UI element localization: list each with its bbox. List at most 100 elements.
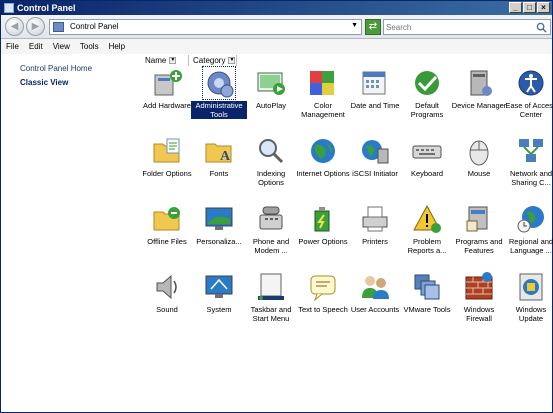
forward-button[interactable]: ▶ [26, 17, 45, 36]
control-panel-item[interactable]: User Accounts [349, 271, 401, 339]
minimize-button[interactable]: _ [509, 2, 522, 13]
window-title: Control Panel [17, 3, 76, 13]
control-panel-item[interactable]: VMware Tools [401, 271, 453, 339]
control-panel-item[interactable]: Offline Files [141, 203, 193, 271]
mouse-icon [469, 140, 489, 166]
control-panel-item[interactable]: Windows Update [505, 271, 553, 339]
device-manager-icon [470, 70, 492, 96]
control-panel-item-label: Power Options [298, 237, 348, 246]
control-panel-item[interactable]: iSCSI Initiator [349, 135, 401, 203]
control-panel-icon [53, 22, 64, 32]
phone-modem-icon [259, 206, 283, 230]
control-panel-window: Control Panel _ □ × ◀ ▶ Control Panel ▼ … [0, 0, 553, 413]
system-icon [205, 275, 233, 298]
control-panel-item[interactable]: Indexing Options [245, 135, 297, 203]
control-panel-item[interactable]: Sound [141, 271, 193, 339]
control-panel-item-label: Mouse [467, 169, 491, 178]
menu-help[interactable]: Help [104, 39, 130, 54]
control-panel-item-label: Color Management [301, 101, 345, 119]
control-panel-item[interactable]: Mouse [453, 135, 505, 203]
text-to-speech-icon [310, 275, 336, 302]
control-panel-item-label: Internet Options [296, 169, 350, 178]
column-category-label: Category [193, 56, 226, 65]
control-panel-item-label: Ease of Access Center [505, 101, 553, 119]
control-panel-item[interactable]: Power Options [297, 203, 349, 271]
control-panel-item-label: Indexing Options [256, 169, 286, 187]
iscsi-initiator-icon [362, 140, 389, 164]
control-panel-item[interactable]: System [193, 271, 245, 339]
programs-features-icon [466, 206, 488, 232]
color-management-icon [310, 71, 334, 95]
control-panel-item[interactable]: Folder Options [141, 135, 193, 203]
refresh-button[interactable]: ⇄ [365, 19, 381, 35]
menu-view[interactable]: View [48, 39, 75, 54]
control-panel-item[interactable]: Text to Speech [297, 271, 349, 339]
sound-icon [156, 274, 177, 300]
folder-options-icon [153, 138, 180, 163]
control-panel-item-label: Date and Time [350, 101, 400, 110]
control-panel-item[interactable]: Taskbar and Start Menu [245, 271, 297, 339]
control-panel-item-label: Printers [362, 237, 388, 246]
search-input[interactable] [386, 21, 534, 33]
column-header-name[interactable]: Name ▼ [141, 55, 189, 66]
control-panel-item[interactable]: Programs and Features [453, 203, 505, 271]
control-panel-item[interactable]: Network and Sharing C... [505, 135, 553, 203]
control-panel-item-label: Device Manager [451, 101, 507, 110]
column-headers: Name ▼ Category ▼ [141, 55, 237, 66]
sort-dropdown-icon[interactable]: ▼ [228, 57, 236, 64]
address-dropdown-icon[interactable]: ▼ [351, 22, 358, 29]
address-field[interactable]: Control Panel ▼ [49, 19, 362, 35]
control-panel-item[interactable]: Personaliza... [193, 203, 245, 271]
close-button[interactable]: × [537, 2, 550, 13]
title-bar[interactable]: Control Panel _ □ × [1, 1, 552, 15]
problem-reports-icon [413, 204, 441, 233]
control-panel-item-label: Windows Firewall [463, 305, 495, 323]
control-panel-item[interactable]: Phone and Modem ... [245, 203, 297, 271]
control-panel-item[interactable]: Device Manager [451, 67, 507, 135]
control-panel-item[interactable]: Date and Time [349, 67, 401, 135]
control-panel-item[interactable]: Windows Firewall [453, 271, 505, 339]
control-panel-item[interactable]: Problem Reports a... [401, 203, 453, 271]
control-panel-item[interactable]: Add Hardware [141, 67, 193, 135]
control-panel-item[interactable]: Keyboard [401, 135, 453, 203]
user-accounts-icon [362, 276, 389, 299]
control-panel-home-link[interactable]: Control Panel Home [20, 64, 92, 73]
network-sharing-icon [519, 139, 543, 162]
menu-file[interactable]: File [1, 39, 24, 54]
search-box[interactable] [383, 19, 551, 35]
control-panel-item[interactable]: Default Programs [401, 67, 453, 135]
control-panel-item-label: Taskbar and Start Menu [250, 305, 292, 323]
address-bar: ◀ ▶ Control Panel ▼ ⇄ [1, 15, 552, 39]
menu-bar: File Edit View Tools Help [1, 39, 552, 54]
regional-language-icon [517, 206, 544, 233]
classic-view-link[interactable]: Classic View [20, 78, 68, 87]
menu-edit[interactable]: Edit [24, 39, 48, 54]
control-panel-item-label: Folder Options [142, 169, 192, 178]
control-panel-item[interactable]: Printers [349, 203, 401, 271]
control-panel-item-label: Administrative Tools [191, 101, 247, 119]
control-panel-item[interactable]: Internet Options [296, 135, 350, 203]
control-panel-item[interactable]: Color Management [297, 67, 349, 135]
maximize-button[interactable]: □ [523, 2, 536, 13]
search-icon[interactable] [536, 22, 547, 33]
taskbar-start-menu-icon [258, 273, 284, 300]
menu-tools[interactable]: Tools [75, 39, 104, 54]
indexing-options-icon [259, 139, 284, 164]
sort-dropdown-icon[interactable]: ▼ [169, 57, 177, 64]
control-panel-icon [4, 3, 14, 13]
control-panel-item-label: iSCSI Initiator [352, 169, 398, 178]
back-button[interactable]: ◀ [5, 17, 24, 36]
column-header-category[interactable]: Category ▼ [189, 55, 237, 66]
control-panel-item-label: Default Programs [410, 101, 444, 119]
internet-options-icon [311, 139, 335, 163]
personalization-icon [205, 207, 233, 230]
control-panel-item-label: Text to Speech [298, 305, 348, 314]
control-panel-item[interactable]: Ease of Access Center [505, 67, 553, 135]
control-panel-item[interactable]: AutoPlay [245, 67, 297, 135]
control-panel-item[interactable]: A Fonts [193, 135, 245, 203]
vmware-tools-icon [414, 274, 440, 300]
control-panel-item-label: User Accounts [350, 305, 400, 314]
control-panel-item[interactable]: Administrative Tools [191, 66, 247, 135]
ease-of-access-icon [518, 70, 544, 96]
control-panel-item[interactable]: Regional and Language ... [505, 203, 553, 271]
